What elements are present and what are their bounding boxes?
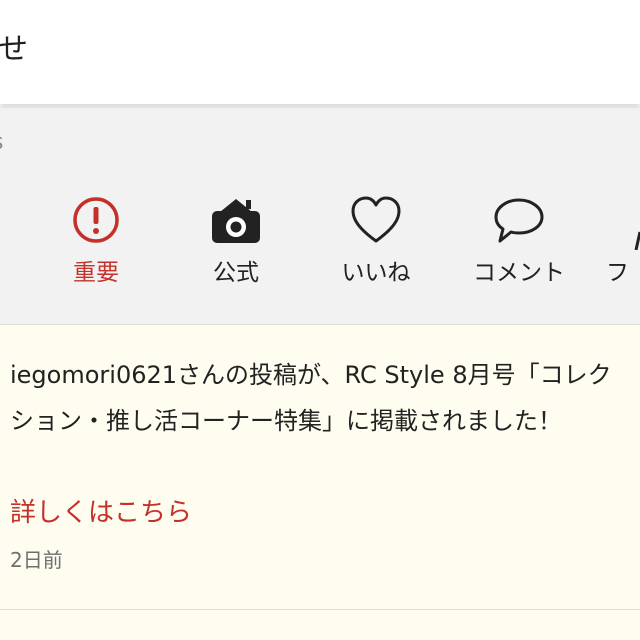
tab-follow-label: フ [606,260,629,286]
section-label: s [0,130,3,156]
tab-comment[interactable]: コメント [466,194,572,304]
camera-house-icon [212,199,260,243]
heart-icon [351,196,401,243]
next-notification-item[interactable] [0,610,640,640]
tab-important[interactable]: 重要 [46,194,146,304]
follow-icon [634,231,640,250]
speech-bubble-icon [494,198,544,243]
tab-official[interactable]: 公式 [186,194,286,304]
tab-like[interactable]: いいね [326,194,426,304]
tab-official-label: 公式 [213,260,259,286]
tab-like-label: いいね [341,260,411,286]
notification-item[interactable]: iegomori0621さんの投稿が、RC Style 8月号「コレクション・推… [0,325,640,610]
app-header: せ [0,0,640,104]
notification-timestamp: 2日前 [10,548,63,572]
tab-comment-label: コメント [473,260,565,286]
tab-follow[interactable]: フ [606,194,640,304]
page-title: せ [0,32,28,67]
details-link[interactable]: 詳しくはこちら [10,495,192,531]
exclamation-circle-icon [73,197,119,243]
notification-category-bar: s 重要 公式 いいね コメント フ [0,106,640,325]
notification-message: iegomori0621さんの投稿が、RC Style 8月号「コレクション・推… [10,361,612,435]
tab-important-label: 重要 [73,260,119,286]
